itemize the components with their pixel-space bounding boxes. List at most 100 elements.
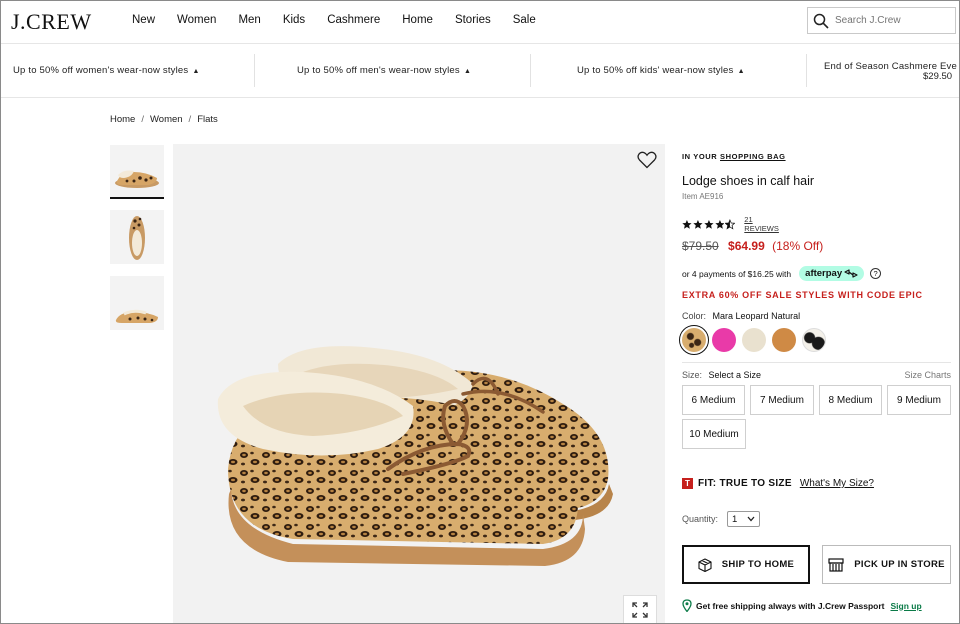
nav-item-stories[interactable]: Stories — [455, 14, 491, 26]
swatch-pink[interactable] — [712, 328, 736, 352]
promo-divider — [254, 54, 255, 87]
chevron-down-icon: ▲ — [190, 68, 200, 75]
divider — [682, 362, 951, 363]
size-6-medium[interactable]: 6 Medium — [682, 385, 745, 415]
nav-item-women[interactable]: Women — [177, 14, 216, 26]
help-icon[interactable]: ? — [870, 268, 882, 279]
promo-divider — [806, 54, 807, 87]
swatch-tan[interactable] — [772, 328, 796, 352]
search-input[interactable] — [835, 15, 955, 26]
nav-item-kids[interactable]: Kids — [283, 14, 305, 26]
afterpay-logo-icon — [844, 269, 858, 278]
expand-icon — [632, 602, 648, 618]
quantity-value: 1 — [732, 513, 738, 525]
item-number: Item AE916 — [682, 192, 724, 201]
afterpay-label: afterpay — [805, 268, 843, 279]
swatch-mara-leopard[interactable] — [679, 325, 709, 355]
breadcrumb-flats[interactable]: Flats — [197, 114, 218, 125]
store-icon — [828, 557, 844, 572]
quantity-select[interactable]: 1 — [727, 511, 761, 527]
quantity-row: Quantity: 1 — [682, 511, 761, 527]
nav-item-cashmere[interactable]: Cashmere — [327, 14, 380, 26]
thumbnail-1[interactable] — [110, 145, 164, 199]
size-charts-link[interactable]: Size Charts — [904, 370, 951, 380]
nav-item-new[interactable]: New — [132, 14, 155, 26]
site-header: J.CREW New Women Men Kids Cashmere Home … — [1, 1, 959, 43]
promo-code-message: EXTRA 60% OFF SALE STYLES WITH CODE EPIC — [682, 290, 923, 300]
chevron-down-icon: ▲ — [735, 68, 745, 75]
passport-row: Get free shipping always with J.Crew Pas… — [682, 599, 922, 612]
promo-bar: Up to 50% off women's wear-now styles ▲ … — [1, 43, 959, 98]
size-label: Size: — [682, 370, 703, 380]
installments-text: or 4 payments of $16.25 with — [682, 268, 792, 279]
size-8-medium[interactable]: 8 Medium — [819, 385, 882, 415]
page-frame: J.CREW New Women Men Kids Cashmere Home … — [0, 0, 960, 624]
thumbnail-3[interactable] — [110, 276, 164, 330]
sign-up-link[interactable]: Sign up — [890, 601, 921, 611]
jcrew-logo[interactable]: J.CREW — [11, 9, 92, 35]
location-pin-icon — [682, 599, 692, 612]
fit-row: T FIT: TRUE TO SIZE What's My Size? — [682, 478, 874, 489]
reviews-link[interactable]: 21 REVIEWS — [744, 215, 784, 233]
in-your-label: IN YOUR — [682, 152, 718, 161]
breadcrumb-home[interactable]: Home — [110, 114, 135, 125]
search-icon — [813, 13, 829, 29]
pick-up-in-store-button[interactable]: PICK UP IN STORE — [822, 545, 951, 584]
search-box[interactable] — [807, 7, 956, 34]
promo-women[interactable]: Up to 50% off women's wear-now styles ▲ — [13, 65, 200, 76]
size-10-medium[interactable]: 10 Medium — [682, 419, 746, 449]
ship-to-home-label: SHIP TO HOME — [721, 559, 795, 570]
quantity-label: Quantity: — [682, 514, 719, 524]
star-icon — [714, 219, 725, 229]
heart-icon[interactable] — [637, 151, 657, 169]
promo-women-label: Up to 50% off women's wear-now styles — [13, 65, 189, 76]
color-value: Mara Leopard Natural — [712, 311, 801, 321]
size-value: Select a Size — [708, 370, 762, 380]
color-label: Color: — [682, 311, 707, 321]
thumbnail-image — [115, 309, 158, 323]
whats-my-size-link[interactable]: What's My Size? — [800, 478, 874, 489]
breadcrumb: Home / Women / Flats — [110, 114, 218, 125]
promo-kids[interactable]: Up to 50% off kids' wear-now styles ▲ — [577, 65, 745, 76]
swatch-cow-print[interactable] — [802, 328, 826, 352]
in-bag-line: IN YOUR SHOPPING BAG — [682, 152, 786, 161]
size-7-medium[interactable]: 7 Medium — [750, 385, 814, 415]
price-row: $79.50 $64.99 (18% Off) — [682, 239, 823, 253]
breadcrumb-women[interactable]: Women — [150, 114, 183, 125]
chevron-down-icon — [747, 516, 755, 522]
rating-row: 21 REVIEWS — [682, 215, 785, 233]
pick-up-label: PICK UP IN STORE — [854, 559, 945, 570]
nav-item-sale[interactable]: Sale — [513, 14, 536, 26]
thumbnail-image — [129, 216, 145, 260]
product-main-image[interactable] — [173, 144, 665, 623]
original-price: $79.50 — [682, 239, 719, 253]
chevron-down-icon: ▲ — [461, 68, 472, 75]
swatch-cream[interactable] — [742, 328, 766, 352]
fit-badge-icon: T — [682, 478, 693, 489]
promo-kids-label: Up to 50% off kids' wear-now styles — [577, 65, 734, 76]
installments-row: or 4 payments of $16.25 with afterpay ? — [682, 266, 882, 281]
passport-text: Get free shipping always with J.Crew Pas… — [696, 600, 885, 611]
nav-item-home[interactable]: Home — [402, 14, 433, 26]
box-icon — [698, 557, 712, 572]
thumbnail-2[interactable] — [110, 210, 164, 264]
product-title: Lodge shoes in calf hair — [682, 174, 815, 188]
size-9-medium[interactable]: 9 Medium — [887, 385, 951, 415]
promo-cashmere-price: $29.50 — [923, 71, 953, 82]
fit-text: FIT: TRUE TO SIZE — [698, 478, 792, 489]
breadcrumb-separator: / — [141, 114, 144, 125]
ship-to-home-button[interactable]: SHIP TO HOME — [682, 545, 810, 584]
star-icon — [682, 219, 692, 229]
thumbnail-image — [115, 170, 159, 188]
zoom-button[interactable] — [623, 595, 657, 623]
shopping-bag-link[interactable]: SHOPPING BAG — [720, 152, 786, 161]
size-row: Size: Select a Size Size Charts — [682, 370, 951, 380]
promo-men-label: Up to 50% off men's wear-now styles — [297, 65, 460, 76]
nav-item-men[interactable]: Men — [238, 14, 260, 26]
promo-men[interactable]: Up to 50% off men's wear-now styles ▲ — [297, 65, 471, 76]
afterpay-badge[interactable]: afterpay — [799, 266, 865, 281]
star-half-icon — [725, 218, 736, 230]
color-swatches — [679, 325, 826, 355]
promo-divider — [530, 54, 531, 87]
breadcrumb-separator: / — [188, 114, 192, 125]
